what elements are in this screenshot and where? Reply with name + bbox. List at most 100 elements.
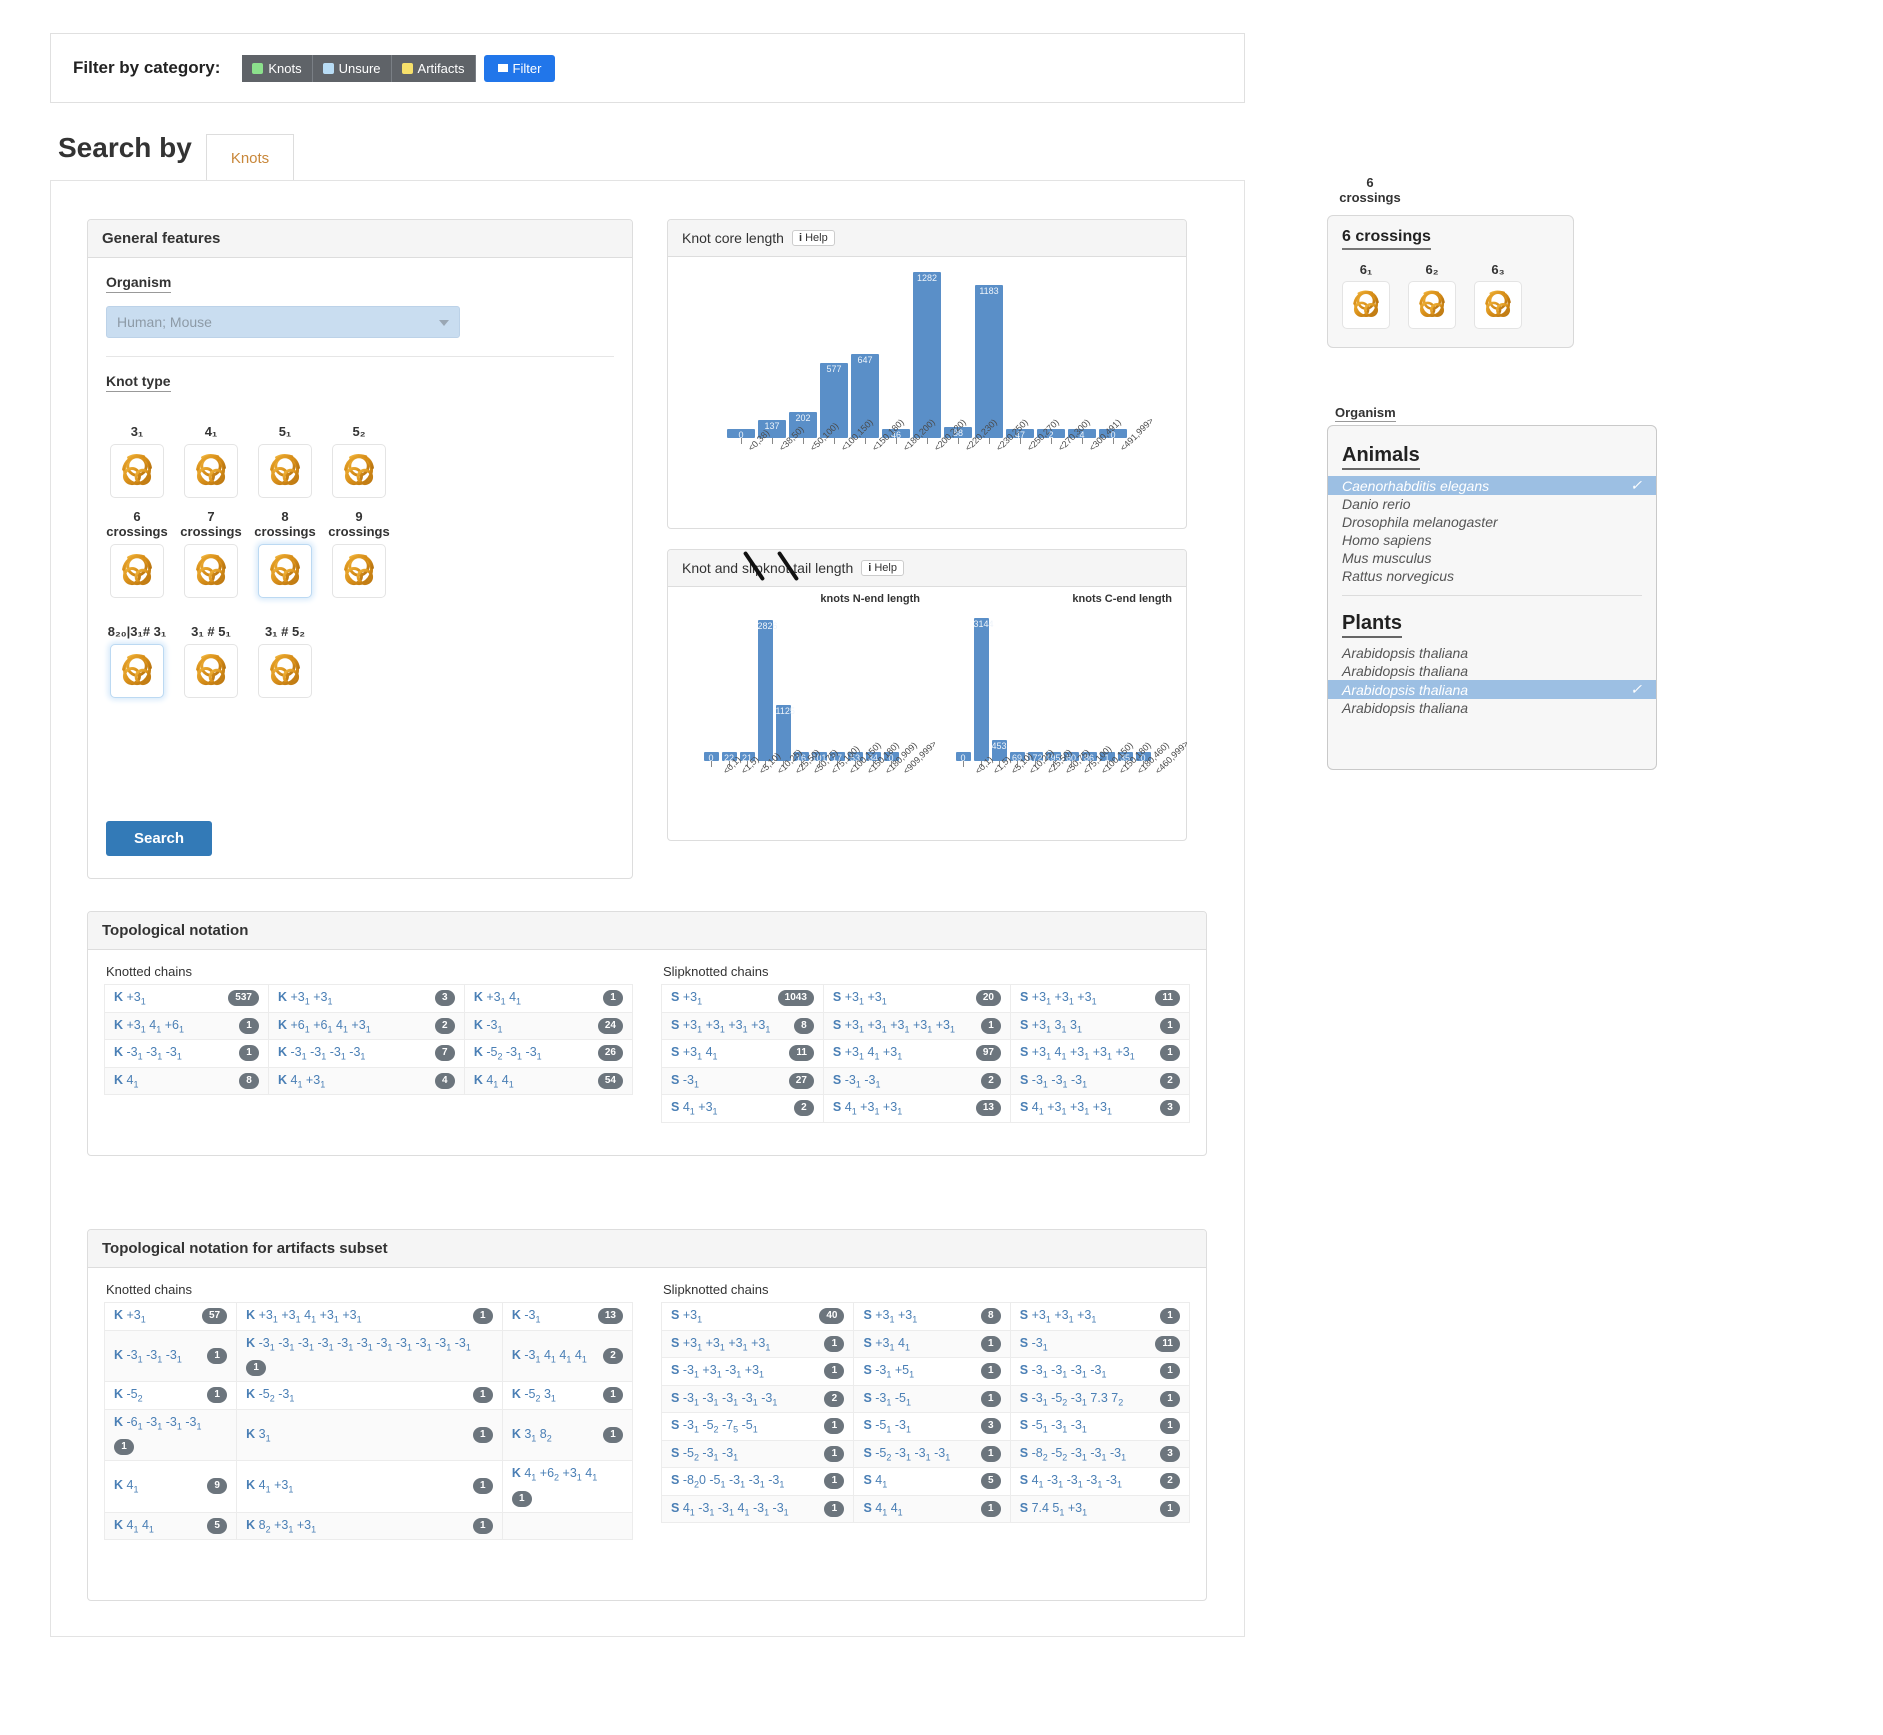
table-cell[interactable]: K +61 +61 41 +31 2: [267, 1011, 465, 1040]
table-cell[interactable]: K 41 8: [104, 1066, 269, 1095]
table-cell[interactable]: K +31 +31 41 +31 +31 1: [236, 1302, 503, 1331]
table-cell[interactable]: K -31 -31 -31 1: [103, 1329, 238, 1382]
table-cell[interactable]: S -31 -31 -31 2: [1009, 1066, 1191, 1095]
category-button-unsure[interactable]: Unsure: [312, 54, 392, 82]
organism-option[interactable]: Danio rerio: [1328, 495, 1656, 513]
table-cell[interactable]: S 7.4 51 +31 1: [1009, 1494, 1191, 1523]
crossings-item-button[interactable]: [1474, 281, 1522, 329]
organism-option[interactable]: Arabidopsis thaliana: [1328, 699, 1656, 717]
knot-type-button[interactable]: [258, 444, 312, 498]
table-cell[interactable]: S -31 +51 1: [853, 1357, 1011, 1386]
table-cell[interactable]: S +31 40: [660, 1302, 855, 1331]
table-cell[interactable]: K 41 41 54: [463, 1066, 634, 1095]
table-cell[interactable]: S +31 41 +31 97: [822, 1039, 1011, 1068]
knot-type-button[interactable]: [332, 544, 386, 598]
table-cell[interactable]: K +31 41 +61 1: [104, 1011, 269, 1040]
table-cell[interactable]: K -31 -31 -31 1: [104, 1039, 269, 1068]
category-button-artifacts[interactable]: Artifacts: [391, 54, 476, 82]
chart-bar[interactable]: 1282: [913, 272, 941, 438]
table-cell[interactable]: S +31 +31 +31 11: [1009, 984, 1191, 1013]
table-cell[interactable]: S -31 -31 -31 -31 1: [1009, 1357, 1191, 1386]
table-cell[interactable]: S -31 -52 -75 -51 1: [660, 1412, 855, 1441]
table-cell[interactable]: S 41 +31 +31 13: [822, 1094, 1011, 1123]
table-cell[interactable]: K -31 -31 -31 -31 -31 -31 -31 -31 -31 -3…: [236, 1329, 503, 1382]
knot-type-button[interactable]: [184, 644, 238, 698]
table-cell[interactable]: S 41 -31 -31 -31 -31 2: [1009, 1467, 1191, 1496]
table-cell[interactable]: S -31 -31 2: [822, 1066, 1011, 1095]
knot-type-button[interactable]: [110, 444, 164, 498]
table-cell[interactable]: S -31 -31 -31 -31 -31 2: [660, 1384, 855, 1413]
knot-type-button[interactable]: [258, 544, 312, 598]
organism-select[interactable]: Human; Mouse: [106, 306, 460, 338]
category-button-knots[interactable]: Knots: [242, 54, 313, 82]
help-button-tail-length[interactable]: i Help: [861, 560, 904, 576]
table-cell[interactable]: K -31 13: [501, 1302, 634, 1331]
tab-knots[interactable]: Knots: [206, 134, 294, 182]
table-cell[interactable]: K -31 24: [463, 1011, 634, 1040]
table-cell[interactable]: K -31 41 41 41 2: [501, 1329, 634, 1382]
organism-option[interactable]: Drosophila melanogaster: [1328, 513, 1656, 531]
table-cell[interactable]: K -52 1: [103, 1381, 238, 1410]
knot-type-button[interactable]: [184, 544, 238, 598]
organism-option[interactable]: Mus musculus: [1328, 549, 1656, 567]
knot-type-button[interactable]: [110, 544, 164, 598]
organism-option[interactable]: Rattus norvegicus: [1328, 567, 1656, 585]
chart-bar[interactable]: 3144: [973, 618, 994, 761]
table-cell[interactable]: K +31 41 1: [463, 984, 634, 1013]
table-cell[interactable]: S +31 +31 +31 +31 1: [660, 1329, 855, 1358]
table-cell[interactable]: K 31 1: [236, 1408, 503, 1461]
table-cell[interactable]: K +31 57: [103, 1302, 238, 1331]
table-cell[interactable]: K -31 -31 -31 -31 7: [267, 1039, 465, 1068]
table-cell[interactable]: S +31 +31 8: [853, 1302, 1011, 1331]
table-cell[interactable]: S -31 -51 1: [853, 1384, 1011, 1413]
table-cell[interactable]: S +31 +31 +31 +31 8: [661, 1011, 824, 1040]
table-cell[interactable]: S -31 11: [1009, 1329, 1191, 1358]
organism-option[interactable]: Caenorhabditis elegans ✓: [1328, 476, 1656, 495]
knot-type-button[interactable]: [258, 644, 312, 698]
table-cell[interactable]: K 41 +31 1: [236, 1460, 503, 1513]
table-cell[interactable]: S 41 +31 +31 +31 3: [1009, 1094, 1191, 1123]
table-cell[interactable]: S +31 31 31 1: [1009, 1011, 1191, 1040]
knot-type-button[interactable]: [110, 644, 164, 698]
organism-option[interactable]: Homo sapiens: [1328, 531, 1656, 549]
table-cell[interactable]: K -52 31 1: [501, 1381, 634, 1410]
table-cell[interactable]: S +31 +31 +31 +31 +31 1: [822, 1011, 1011, 1040]
crossings-item-button[interactable]: [1408, 281, 1456, 329]
table-cell[interactable]: S -31 27: [661, 1066, 824, 1095]
table-cell[interactable]: K -52 -31 -31 26: [463, 1039, 634, 1068]
chart-bar[interactable]: 1183: [975, 285, 1003, 438]
table-cell[interactable]: S +31 +31 20: [822, 984, 1011, 1013]
table-cell[interactable]: S -31 +31 -31 +31 1: [660, 1357, 855, 1386]
table-cell[interactable]: K 82 +31 +31 1: [236, 1511, 503, 1540]
organism-option[interactable]: Arabidopsis thaliana ✓: [1328, 680, 1656, 699]
table-cell[interactable]: K -61 -31 -31 -31 1: [103, 1408, 238, 1461]
table-cell[interactable]: S 41 +31 2: [661, 1094, 824, 1123]
knot-type-button[interactable]: [332, 444, 386, 498]
table-cell[interactable]: S +31 41 +31 +31 +31 1: [1009, 1039, 1191, 1068]
table-cell[interactable]: K 41 41 5: [103, 1511, 238, 1540]
knot-type-button[interactable]: [184, 444, 238, 498]
table-cell[interactable]: S +31 +31 +31 1: [1009, 1302, 1191, 1331]
table-cell[interactable]: S -52 -31 -31 -31 1: [853, 1439, 1011, 1468]
table-cell[interactable]: S +31 41 11: [661, 1039, 824, 1068]
table-cell[interactable]: S +31 41 1: [853, 1329, 1011, 1358]
table-cell[interactable]: S -51 -31 -31 1: [1009, 1412, 1191, 1441]
table-cell[interactable]: S -31 -52 -31 7.3 72 1: [1009, 1384, 1191, 1413]
table-cell[interactable]: K +31 +31 3: [267, 984, 465, 1013]
organism-option[interactable]: Arabidopsis thaliana: [1328, 644, 1656, 662]
table-cell[interactable]: K 41 9: [103, 1460, 238, 1513]
table-cell[interactable]: K -52 -31 1: [236, 1381, 503, 1410]
table-cell[interactable]: S -820 -51 -31 -31 -31 1: [660, 1467, 855, 1496]
table-cell[interactable]: K 31 82 1: [501, 1408, 634, 1461]
organism-option[interactable]: Arabidopsis thaliana: [1328, 662, 1656, 680]
table-cell[interactable]: S -51 -31 3: [853, 1412, 1011, 1441]
table-cell[interactable]: K 41 +62 +31 41 1: [501, 1460, 634, 1513]
table-cell[interactable]: S -52 -31 -31 1: [660, 1439, 855, 1468]
chart-bar[interactable]: 2826: [757, 620, 778, 761]
table-cell[interactable]: S +31 1043: [661, 984, 824, 1013]
chart-bar[interactable]: 0: [727, 429, 755, 440]
table-cell[interactable]: S 41 -31 -31 41 -31 -31 1: [660, 1494, 855, 1523]
chart-bar[interactable]: 0: [703, 752, 719, 763]
table-cell[interactable]: K +31 537: [104, 984, 269, 1013]
table-cell[interactable]: S 41 5: [853, 1467, 1011, 1496]
